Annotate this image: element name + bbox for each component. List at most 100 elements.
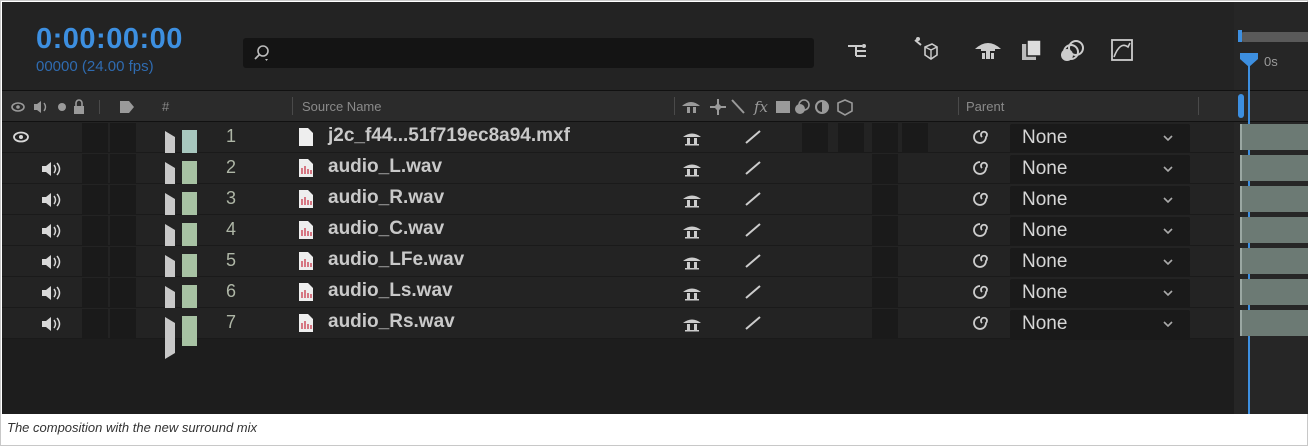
layer-row[interactable]: 7 audio_Rs.wav None [2,308,1234,359]
layer-switch-cell[interactable] [872,154,898,184]
col-divider [674,97,675,115]
layer-source-name[interactable]: audio_L.wav [328,156,442,186]
layer-switch-cell[interactable] [802,123,828,153]
layer-source-name[interactable]: audio_LFe.wav [328,249,464,279]
solo-lock-switch[interactable] [82,216,108,246]
layer-switch-cell[interactable] [872,309,898,339]
solo-lock-switch[interactable] [82,154,108,184]
work-area-bar[interactable] [1240,32,1308,42]
timeline-header: 0:00:00:00 00000 (24.00 fps) [2,2,1234,90]
layer-label-color[interactable] [182,316,197,346]
parent-dropdown-value: None [1022,189,1068,210]
chevron-down-icon [1162,316,1174,334]
solo-lock-switch[interactable] [110,185,136,215]
layer-duration-bar[interactable] [1240,248,1308,274]
layer-switch-cell[interactable] [872,278,898,308]
frame-blending-icon[interactable] [1014,32,1050,68]
motion-blur-icon[interactable] [1055,32,1091,68]
layer-switch-cell[interactable] [838,123,864,153]
layer-switch-cell[interactable] [902,123,928,153]
layer-switch-cell[interactable] [872,185,898,215]
parent-dropdown[interactable]: None [1010,155,1190,185]
layer-row[interactable]: 6 audio_Ls.wav None [2,277,1234,328]
layer-row[interactable]: 4 audio_C.wav None [2,215,1234,266]
shy-layers-icon[interactable] [970,32,1006,68]
svg-text:fx: fx [753,98,769,116]
layer-switch-cell[interactable] [872,123,898,153]
layer-switch-cell[interactable] [872,247,898,277]
parent-pickwhip-icon[interactable] [970,314,990,344]
figure-frame: 0:00:00:00 00000 (24.00 fps) # Source Na… [0,0,1308,446]
layer-source-name[interactable]: audio_C.wav [328,218,444,248]
layer-row[interactable]: 2 audio_L.wav None [2,153,1234,204]
chevron-down-icon [1162,223,1174,241]
layer-row[interactable]: 3 audio_R.wav None [2,184,1234,235]
parent-dropdown-value: None [1022,313,1068,334]
parent-dropdown[interactable]: None [1010,186,1190,216]
layer-number: 1 [226,126,237,146]
solo-lock-switch[interactable] [82,309,108,339]
layer-column-header: # Source Name fx Parent [2,90,1234,122]
layer-search-input[interactable] [243,38,814,68]
solo-lock-switch[interactable] [110,154,136,184]
audio-speaker-icon[interactable] [40,315,62,345]
solo-lock-switch[interactable] [82,278,108,308]
solo-lock-switch[interactable] [110,278,136,308]
chevron-down-icon [1162,161,1174,179]
parent-dropdown-value: None [1022,220,1068,241]
draft-3d-icon[interactable] [906,32,942,68]
layer-source-name[interactable]: audio_R.wav [328,187,444,217]
col-divider [1198,97,1199,115]
solo-lock-switch[interactable] [82,247,108,277]
col-source-name[interactable]: Source Name [302,99,381,114]
parent-dropdown[interactable]: None [1010,310,1190,340]
layer-number: 7 [226,312,237,332]
layer-source-name[interactable]: audio_Ls.wav [328,280,453,310]
work-area-start-handle[interactable] [1238,30,1242,42]
ruler-header [1234,90,1308,122]
col-parent[interactable]: Parent [966,99,1004,114]
shy-switch-icon[interactable] [682,316,702,346]
parent-dropdown[interactable]: None [1010,217,1190,247]
parent-dropdown[interactable]: None [1010,124,1190,154]
layer-duration-bar[interactable] [1240,310,1308,336]
parent-dropdown-value: None [1022,127,1068,148]
layer-source-name[interactable]: audio_Rs.wav [328,311,455,341]
layer-source-name[interactable]: j2c_f44...51f719ec8a94.mxf [328,125,570,155]
layer-duration-bar[interactable] [1240,217,1308,243]
figure-caption: The composition with the new surround mi… [7,420,258,435]
solo-lock-switch[interactable] [110,216,136,246]
layer-switch-cell[interactable] [872,216,898,246]
chevron-down-icon [1162,192,1174,210]
graph-editor-icon[interactable] [1104,32,1140,68]
layer-duration-bar[interactable] [1240,186,1308,212]
layer-duration-bar[interactable] [1240,279,1308,305]
solo-lock-switch[interactable] [82,123,108,153]
search-icon [254,45,269,61]
current-time-display[interactable]: 0:00:00:00 [36,24,183,54]
time-navigator-handle[interactable] [1238,94,1244,118]
solo-lock-switch[interactable] [110,247,136,277]
layer-duration-bar[interactable] [1240,155,1308,181]
layer-switches-icons: fx [682,98,853,116]
solo-lock-switch[interactable] [82,185,108,215]
parent-dropdown[interactable]: None [1010,248,1190,278]
comp-mini-flowchart-icon[interactable] [840,32,876,68]
chevron-down-icon [1162,130,1174,148]
layer-number: 4 [226,219,237,239]
layer-number: 6 [226,281,237,301]
expand-layer-toggle[interactable] [165,317,175,359]
solo-lock-switch[interactable] [110,309,136,339]
ruler-label: 0s [1264,54,1278,69]
parent-dropdown-value: None [1022,251,1068,272]
parent-dropdown[interactable]: None [1010,279,1190,309]
parent-dropdown-value: None [1022,158,1068,179]
layer-row[interactable]: 1 j2c_f44...51f719ec8a94.mxf None [2,122,1234,173]
col-divider [292,97,293,115]
solo-lock-switch[interactable] [110,123,136,153]
chevron-down-icon [1162,254,1174,272]
layer-row[interactable]: 5 audio_LFe.wav None [2,246,1234,297]
quality-switch-icon[interactable] [744,315,762,345]
col-divider [958,97,959,115]
layer-duration-bar[interactable] [1240,124,1308,150]
